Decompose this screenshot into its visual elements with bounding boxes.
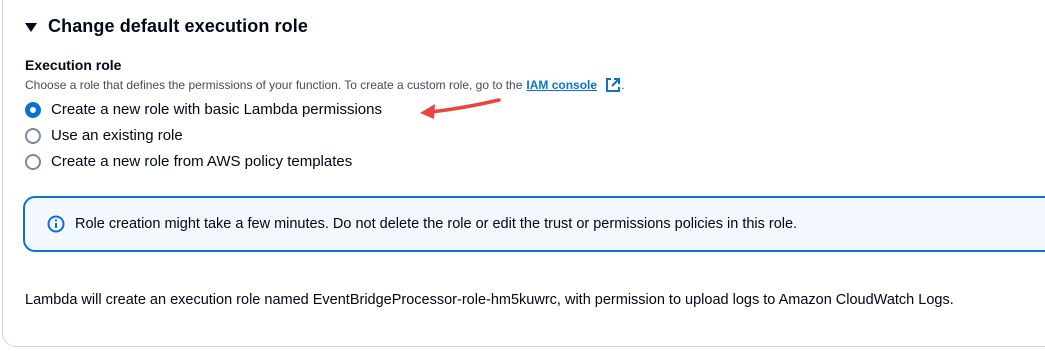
section-title: Change default execution role [48, 16, 308, 36]
radio-button[interactable] [25, 127, 41, 144]
execution-role-label: Execution role [25, 57, 122, 73]
description-text: Choose a role that defines the permissio… [25, 78, 523, 92]
radio-label: Use an existing role [51, 127, 183, 144]
radio-button-selected[interactable] [25, 101, 41, 118]
radio-label: Create a new role with basic Lambda perm… [51, 101, 382, 118]
info-icon [47, 215, 65, 233]
section-toggle[interactable]: Change default execution role [25, 16, 308, 37]
radio-option-existing-role[interactable]: Use an existing role [25, 127, 183, 144]
caret-down-icon [25, 23, 37, 32]
alert-text: Role creation might take a few minutes. … [75, 216, 798, 232]
iam-console-link[interactable]: IAM console [526, 78, 597, 92]
external-link-icon[interactable] [605, 77, 621, 93]
radio-option-policy-templates[interactable]: Create a new role from AWS policy templa… [25, 153, 352, 170]
info-alert: Role creation might take a few minutes. … [23, 196, 1045, 252]
radio-button[interactable] [25, 153, 41, 170]
radio-label: Create a new role from AWS policy templa… [51, 153, 353, 170]
annotation-arrow-icon [420, 98, 501, 119]
description-period: . [621, 78, 625, 92]
role-name-note: Lambda will create an execution role nam… [25, 292, 954, 308]
radio-option-new-basic-role[interactable]: Create a new role with basic Lambda perm… [25, 101, 382, 118]
execution-role-description: Choose a role that defines the permissio… [25, 77, 624, 93]
